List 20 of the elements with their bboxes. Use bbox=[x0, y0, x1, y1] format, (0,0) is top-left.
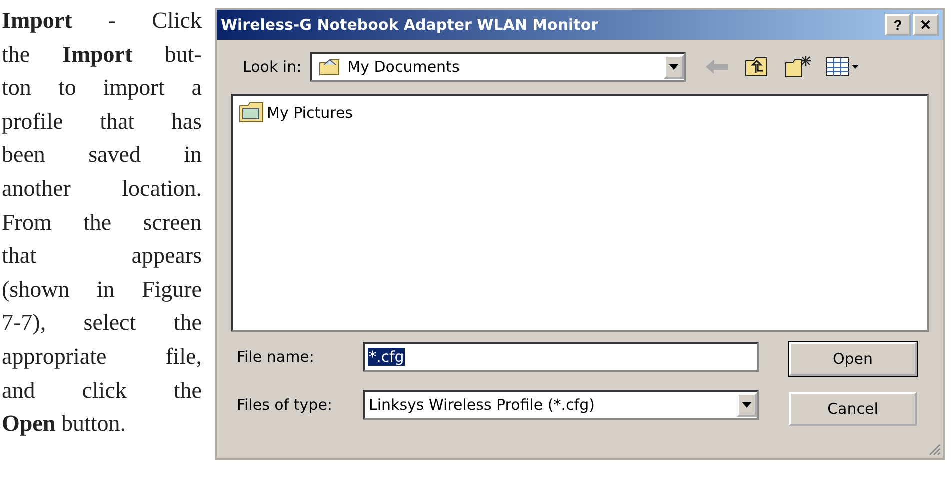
window-title: Wireless-G Notebook Adapter WLAN Monitor bbox=[221, 16, 599, 34]
folder-name: My Pictures bbox=[267, 104, 353, 122]
close-button[interactable]: ✕ bbox=[913, 14, 939, 36]
folder-item[interactable]: My Pictures bbox=[237, 102, 355, 124]
file-type-dropdown[interactable]: Linksys Wireless Profile (*.cfg) bbox=[363, 390, 759, 420]
help-button[interactable]: ? bbox=[885, 14, 911, 36]
file-name-field[interactable]: *.cfg bbox=[363, 342, 759, 372]
new-folder-icon[interactable] bbox=[784, 55, 812, 79]
open-button[interactable]: Open bbox=[789, 342, 917, 376]
folder-icon bbox=[239, 102, 265, 124]
view-menu-icon[interactable] bbox=[826, 57, 860, 77]
instruction-paragraph: Import - Click the Import but- ton to import a profile that has been saved in another location. From the screen that appears (shown in Figure 7-7), select the appropriate file, and click the Open button. bbox=[2, 7, 202, 438]
folder-icon bbox=[318, 57, 342, 77]
file-type-label: Files of type: bbox=[236, 396, 334, 414]
look-in-dropdown[interactable]: My Documents bbox=[310, 52, 686, 82]
look-in-label: Look in: bbox=[243, 58, 302, 76]
up-folder-icon[interactable] bbox=[744, 56, 770, 78]
file-name-label: File name: bbox=[236, 348, 316, 366]
cancel-button[interactable]: Cancel bbox=[789, 392, 917, 426]
resize-grip-icon[interactable] bbox=[927, 442, 941, 456]
